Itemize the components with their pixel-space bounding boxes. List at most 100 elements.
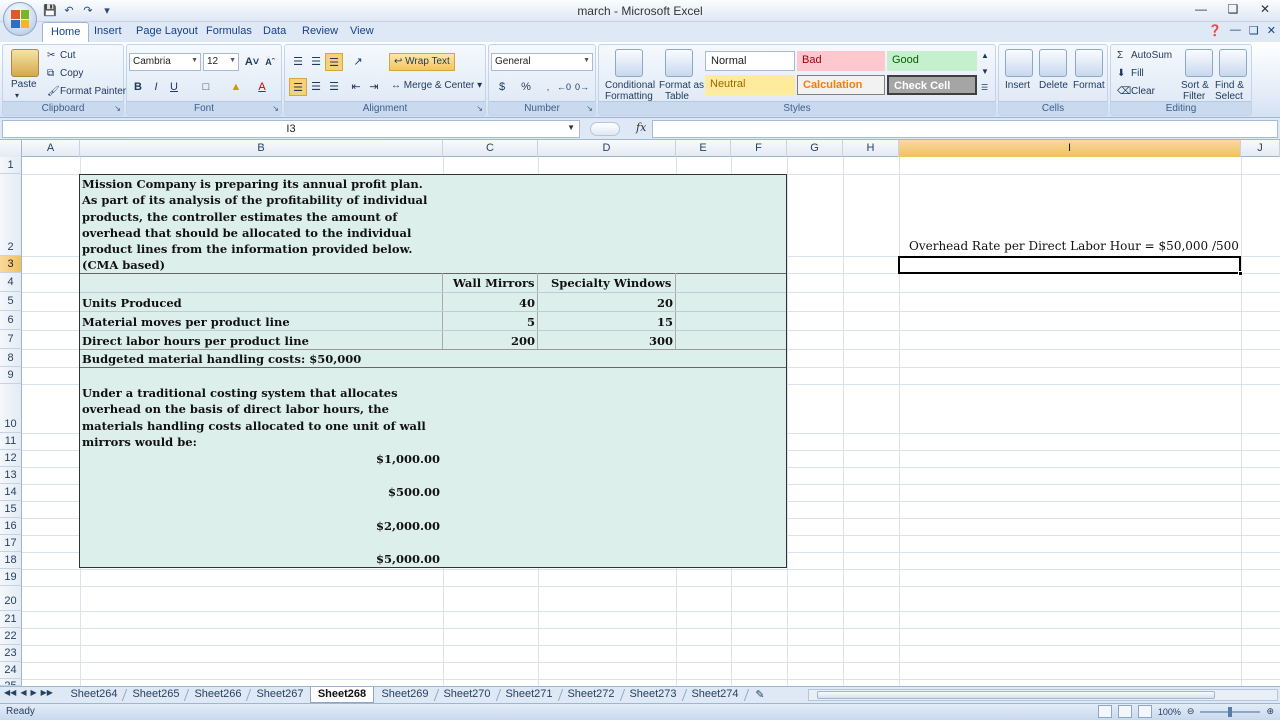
column-header-e[interactable]: E	[676, 140, 731, 157]
tab-page-layout[interactable]: Page Layout	[136, 25, 198, 37]
zoom-level[interactable]: 100%	[1158, 707, 1181, 717]
column-header-g[interactable]: G	[787, 140, 843, 157]
style-good[interactable]: Good	[887, 51, 977, 71]
row-header-6[interactable]: 6	[0, 311, 22, 330]
clear-button[interactable]: Clear	[1131, 86, 1155, 97]
percent-icon[interactable]: %	[517, 78, 535, 96]
orientation-icon[interactable]: ↗	[349, 53, 367, 71]
row-header-15[interactable]: 15	[0, 501, 22, 518]
row-header-8[interactable]: 8	[0, 349, 22, 367]
help-icon[interactable]: ❓	[1208, 24, 1222, 37]
format-as-table-icon[interactable]	[665, 49, 693, 77]
row-header-1[interactable]: 1	[0, 157, 22, 174]
column-header-j[interactable]: J	[1241, 140, 1280, 157]
italic-icon[interactable]: I	[147, 78, 165, 96]
align-center-icon[interactable]: ☰	[307, 78, 325, 96]
sheet-tab-269[interactable]: Sheet269	[377, 687, 433, 703]
style-neutral[interactable]: Neutral	[705, 75, 795, 95]
align-middle-icon[interactable]: ☰	[307, 53, 325, 71]
ribbon-minimize-icon[interactable]: —	[1230, 24, 1241, 37]
sheet-tab-265[interactable]: Sheet265	[128, 687, 184, 703]
zoom-in-icon[interactable]: ⊕	[1266, 706, 1274, 717]
copy-icon[interactable]: ⧉	[47, 68, 54, 79]
workbook-restore-icon[interactable]: ❑	[1249, 24, 1259, 37]
restore-button[interactable]: ❑	[1224, 2, 1242, 18]
row-label-direct-labor-hours[interactable]: Direct labor hours per product line	[82, 334, 309, 348]
minimize-button[interactable]: —	[1192, 2, 1210, 18]
style-calculation[interactable]: Calculation	[797, 75, 885, 95]
cut-icon[interactable]: ✂	[47, 50, 55, 61]
align-right-icon[interactable]: ☰	[325, 78, 343, 96]
delete-cells-button[interactable]: Delete	[1039, 80, 1068, 91]
number-launcher-icon[interactable]: ↘	[586, 104, 593, 113]
row-header-11[interactable]: 11	[0, 433, 22, 450]
sheet-tab-270[interactable]: Sheet270	[439, 687, 495, 703]
sort-filter-icon[interactable]	[1185, 49, 1213, 77]
currency-icon[interactable]: $	[493, 78, 511, 96]
row-header-25[interactable]: 25	[0, 679, 22, 686]
decrease-decimal-icon[interactable]: 0→	[573, 78, 591, 96]
page-break-view-icon[interactable]	[1137, 705, 1152, 718]
prev-sheet-icon[interactable]: ◀	[20, 688, 26, 697]
copy-button[interactable]: Copy	[60, 68, 83, 79]
fill-color-icon[interactable]: ▲	[227, 78, 245, 96]
zoom-slider[interactable]	[1200, 706, 1261, 717]
increase-decimal-icon[interactable]: ←0	[555, 78, 573, 96]
tab-formulas[interactable]: Formulas	[206, 25, 252, 37]
fill-handle[interactable]	[1238, 271, 1243, 276]
format-cells-button[interactable]: Format	[1073, 80, 1105, 91]
sheet-tab-264[interactable]: Sheet264	[66, 687, 122, 703]
number-format-select[interactable]: General ▼	[491, 53, 593, 71]
conditional-formatting-button[interactable]: Conditional	[605, 80, 655, 91]
tab-data[interactable]: Data	[263, 25, 286, 37]
active-cell-i3[interactable]	[898, 256, 1243, 276]
row-header-18[interactable]: 18	[0, 552, 22, 569]
clipboard-launcher-icon[interactable]: ↘	[114, 104, 121, 113]
column-header-c[interactable]: C	[443, 140, 538, 157]
column-header-f[interactable]: F	[731, 140, 787, 157]
workbook-close-icon[interactable]: ✕	[1267, 24, 1276, 37]
option-1[interactable]: $1,000.00	[280, 452, 440, 466]
sheet-tab-274[interactable]: Sheet274	[687, 687, 743, 703]
sheet-tab-272[interactable]: Sheet272	[563, 687, 619, 703]
bold-icon[interactable]: B	[129, 78, 147, 96]
paste-dropdown-icon[interactable]: ▾	[15, 91, 19, 100]
tab-home[interactable]: Home	[42, 22, 90, 43]
align-left-icon[interactable]: ☰	[289, 78, 307, 96]
sheet-tab-268[interactable]: Sheet268	[310, 687, 374, 703]
format-cells-icon[interactable]	[1075, 49, 1103, 77]
styles-scroll-up-icon[interactable]: ▲	[981, 51, 989, 60]
select-all-corner[interactable]	[0, 140, 22, 157]
row-header-3[interactable]: 3	[0, 256, 22, 273]
fill-icon[interactable]: ⬇	[1117, 68, 1125, 79]
style-normal[interactable]: Normal	[705, 51, 795, 71]
row-header-2[interactable]: 2	[0, 174, 22, 256]
cut-button[interactable]: Cut	[60, 50, 76, 61]
row-header-19[interactable]: 19	[0, 569, 22, 586]
format-painter-icon[interactable]: 🖌	[47, 86, 60, 97]
tab-insert[interactable]: Insert	[94, 25, 122, 37]
page-layout-view-icon[interactable]	[1117, 705, 1132, 718]
worksheet-grid[interactable]: A B C D E F G H I J 1 2 3 4 5 6 7 8 9 10…	[0, 140, 1280, 686]
font-name-select[interactable]: Cambria ▼	[129, 53, 201, 71]
row-header-21[interactable]: 21	[0, 611, 22, 628]
column-header-d[interactable]: D	[538, 140, 676, 157]
column-header-b[interactable]: B	[80, 140, 443, 157]
underline-icon[interactable]: U	[165, 78, 183, 96]
problem-text[interactable]: Mission Company is preparing its annual …	[82, 176, 438, 274]
styles-more-icon[interactable]: ☰	[981, 83, 988, 92]
column-header-i[interactable]: I	[899, 140, 1241, 157]
borders-icon[interactable]: □	[197, 78, 215, 96]
row-header-20[interactable]: 20	[0, 586, 22, 611]
office-button[interactable]	[3, 2, 37, 36]
cell-i2[interactable]: Overhead Rate per Direct Labor Hour = $5…	[909, 239, 1239, 253]
tab-review[interactable]: Review	[302, 25, 338, 37]
style-check-cell[interactable]: Check Cell	[887, 75, 977, 95]
row-label-units-produced[interactable]: Units Produced	[82, 296, 182, 310]
sheet-tab-267[interactable]: Sheet267	[252, 687, 308, 703]
autosum-button[interactable]: AutoSum	[1131, 50, 1172, 61]
styles-scroll-down-icon[interactable]: ▼	[981, 67, 989, 76]
font-launcher-icon[interactable]: ↘	[272, 104, 279, 113]
question-text[interactable]: Under a traditional costing system that …	[82, 385, 438, 450]
increase-indent-icon[interactable]: ⇥	[365, 78, 383, 96]
